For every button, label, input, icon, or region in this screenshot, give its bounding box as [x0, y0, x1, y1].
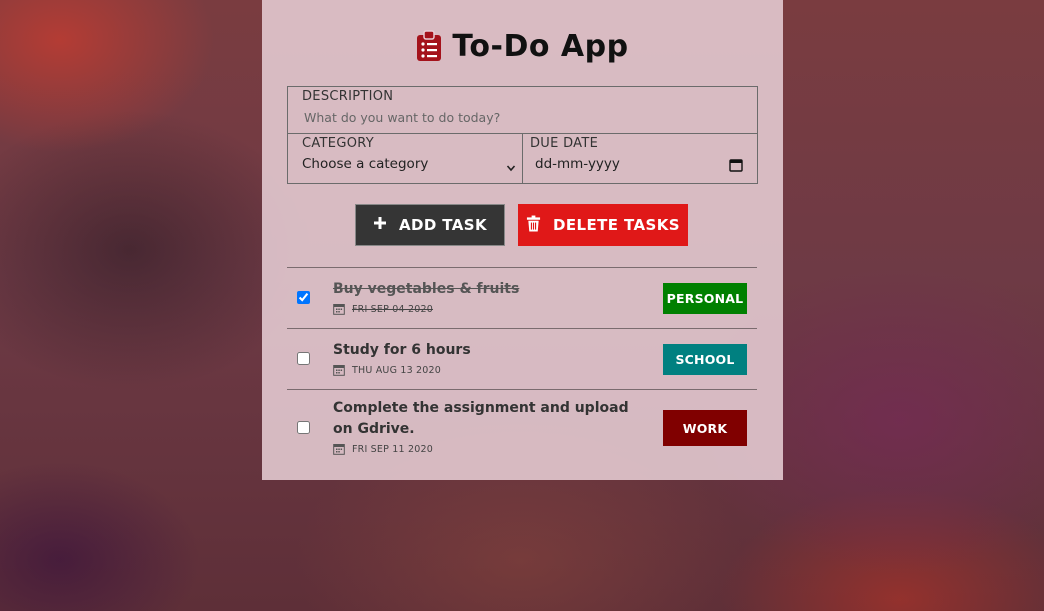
app-header: To-Do App — [262, 24, 783, 68]
list-item: Complete the assignment and upload on Gd… — [287, 390, 757, 480]
task-date-row: FRI SEP 11 2020 — [333, 443, 433, 455]
calendar-icon — [333, 444, 345, 455]
category-tag: SCHOOL — [663, 344, 747, 375]
add-task-label: ADD TASK — [398, 216, 488, 234]
list-item: Buy vegetables & fruits FRI SEP 04 2020 … — [287, 268, 757, 329]
list-item: Study for 6 hours THU AUG 13 2020 SCHOOL — [287, 329, 757, 390]
category-select[interactable]: Choose a category — [302, 156, 428, 172]
description-label: DESCRIPTION — [302, 89, 394, 104]
task-checkbox[interactable] — [297, 291, 310, 304]
chevron-down-icon[interactable] — [506, 158, 516, 172]
task-date: FRI SEP 04 2020 — [352, 303, 433, 315]
todo-panel: To-Do App DESCRIPTION CATEGORY Choose a … — [262, 0, 783, 480]
task-date: THU AUG 13 2020 — [352, 364, 442, 376]
task-checkbox[interactable] — [297, 352, 310, 365]
task-name: Study for 6 hours — [333, 342, 471, 358]
calendar-icon — [333, 365, 345, 376]
description-input[interactable] — [302, 107, 746, 127]
plus-icon — [373, 216, 387, 234]
delete-tasks-button[interactable]: DELETE TASKS — [518, 204, 688, 246]
app-title: To-Do App — [452, 28, 629, 64]
calendar-icon[interactable] — [729, 157, 743, 172]
trash-icon — [526, 215, 541, 236]
task-name: Complete the assignment and upload on Gd… — [333, 400, 629, 437]
category-label: CATEGORY — [302, 136, 374, 151]
clipboard-list-icon — [416, 30, 442, 62]
delete-tasks-label: DELETE TASKS — [553, 216, 680, 234]
task-date-row: FRI SEP 04 2020 — [333, 303, 433, 315]
due-date-section[interactable]: DUE DATE dd-mm-yyyy — [523, 134, 757, 183]
calendar-icon — [333, 304, 345, 315]
task-date: FRI SEP 11 2020 — [352, 443, 433, 455]
description-section: DESCRIPTION — [288, 87, 757, 134]
task-list: Buy vegetables & fruits FRI SEP 04 2020 … — [287, 267, 757, 480]
task-date-row: THU AUG 13 2020 — [333, 364, 441, 376]
category-tag: PERSONAL — [663, 283, 747, 314]
task-checkbox[interactable] — [297, 421, 310, 434]
category-tag: WORK — [663, 410, 747, 446]
task-form: DESCRIPTION CATEGORY Choose a category D… — [287, 86, 758, 184]
add-task-button[interactable]: ADD TASK — [355, 204, 505, 246]
task-name: Buy vegetables & fruits — [333, 281, 520, 297]
due-date-label: DUE DATE — [530, 136, 599, 151]
due-date-input[interactable]: dd-mm-yyyy — [535, 156, 620, 172]
category-section[interactable]: CATEGORY Choose a category — [288, 134, 523, 183]
